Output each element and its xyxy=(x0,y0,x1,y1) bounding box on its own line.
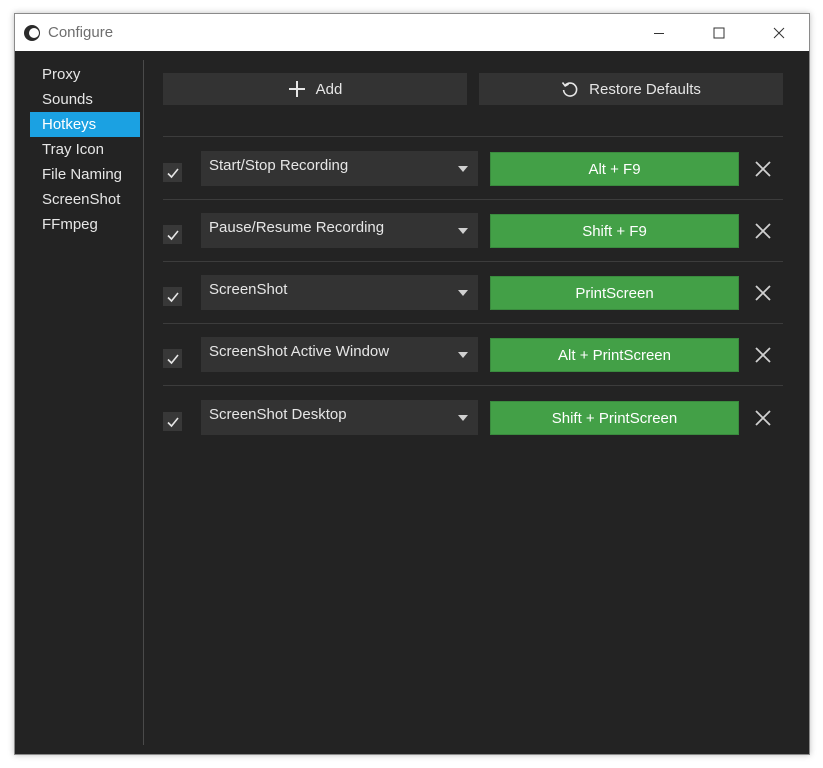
restore-defaults-button[interactable]: Restore Defaults xyxy=(479,73,783,105)
action-dropdown-value: ScreenShot Desktop xyxy=(209,406,347,423)
close-button[interactable] xyxy=(749,14,809,51)
action-dropdown-value: ScreenShot xyxy=(209,281,288,298)
enabled-checkbox[interactable] xyxy=(163,349,182,368)
configure-window: Configure Proxy Sounds Hotkeys Tray Icon Fil… xyxy=(14,13,810,755)
hotkey-row: ScreenShot PrintScreen xyxy=(163,275,783,315)
remove-hotkey-button[interactable] xyxy=(754,284,772,302)
restore-icon xyxy=(562,82,578,97)
checkmark-icon xyxy=(166,229,179,240)
minimize-icon xyxy=(654,32,664,34)
close-icon xyxy=(755,161,771,177)
checkmark-icon xyxy=(166,291,179,302)
sidebar-item-proxy[interactable]: Proxy xyxy=(30,62,140,87)
title-bar[interactable]: Configure xyxy=(15,14,809,51)
remove-hotkey-button[interactable] xyxy=(754,160,772,178)
window-controls xyxy=(629,14,809,51)
remove-hotkey-button[interactable] xyxy=(754,409,772,427)
hotkey-binding-button[interactable]: Shift + PrintScreen xyxy=(490,401,739,435)
sidebar-item-hotkeys[interactable]: Hotkeys xyxy=(30,112,140,137)
checkmark-icon xyxy=(166,353,179,364)
maximize-button[interactable] xyxy=(689,14,749,51)
hotkey-binding-button[interactable]: Alt + F9 xyxy=(490,152,739,186)
remove-hotkey-button[interactable] xyxy=(754,346,772,364)
chevron-down-icon xyxy=(458,290,468,296)
row-divider xyxy=(163,385,783,386)
close-icon xyxy=(755,223,771,239)
close-icon xyxy=(773,27,785,38)
action-dropdown[interactable]: Start/Stop Recording xyxy=(201,151,478,186)
action-dropdown-value: Pause/Resume Recording xyxy=(209,219,385,236)
add-button[interactable]: Add xyxy=(163,73,467,105)
row-divider xyxy=(163,199,783,200)
hotkey-binding-button[interactable]: Alt + PrintScreen xyxy=(490,338,739,372)
enabled-checkbox[interactable] xyxy=(163,412,182,431)
minimize-button[interactable] xyxy=(629,14,689,51)
hotkey-row: Start/Stop Recording Alt + F9 xyxy=(163,151,783,191)
hotkey-binding-button[interactable]: PrintScreen xyxy=(490,276,739,310)
app-icon xyxy=(24,24,40,41)
chevron-down-icon xyxy=(458,228,468,234)
sidebar-item-screenshot[interactable]: ScreenShot xyxy=(30,187,140,212)
chevron-down-icon xyxy=(458,166,468,172)
close-icon xyxy=(755,285,771,301)
enabled-checkbox[interactable] xyxy=(163,287,182,306)
row-divider xyxy=(163,323,783,324)
close-icon xyxy=(755,410,771,426)
action-dropdown[interactable]: ScreenShot Desktop xyxy=(201,400,478,435)
action-dropdown-value: ScreenShot Active Window xyxy=(209,343,390,360)
sidebar-item-file-naming[interactable]: File Naming xyxy=(30,162,140,187)
sidebar-item-sounds[interactable]: Sounds xyxy=(30,87,140,112)
hotkey-row: ScreenShot Desktop Shift + PrintScreen xyxy=(163,400,783,440)
checkmark-icon xyxy=(166,416,179,427)
hotkey-row: ScreenShot Active Window Alt + PrintScree… xyxy=(163,337,783,377)
action-dropdown-value: Start/Stop Recording xyxy=(209,157,349,174)
plus-icon xyxy=(288,81,305,97)
hotkey-binding-button[interactable]: Shift + F9 xyxy=(490,214,739,248)
restore-defaults-label: Restore Defaults xyxy=(589,80,701,98)
action-dropdown[interactable]: ScreenShot xyxy=(201,275,478,310)
action-dropdown[interactable]: ScreenShot Active Window xyxy=(201,337,478,372)
row-divider xyxy=(163,261,783,262)
sidebar-item-ffmpeg[interactable]: FFmpeg xyxy=(30,212,140,237)
sidebar: Proxy Sounds Hotkeys Tray Icon File Naming Sc… xyxy=(30,62,140,237)
action-dropdown[interactable]: Pause/Resume Recording xyxy=(201,213,478,248)
add-button-label: Add xyxy=(315,80,343,98)
chevron-down-icon xyxy=(458,415,468,421)
enabled-checkbox[interactable] xyxy=(163,225,182,244)
checkmark-icon xyxy=(166,167,179,178)
close-icon xyxy=(755,347,771,363)
sidebar-divider xyxy=(143,60,144,745)
maximize-icon xyxy=(713,27,725,38)
remove-hotkey-button[interactable] xyxy=(754,222,772,240)
list-divider xyxy=(163,136,783,137)
hotkey-row: Pause/Resume Recording Shift + F9 xyxy=(163,213,783,253)
chevron-down-icon xyxy=(458,352,468,358)
enabled-checkbox[interactable] xyxy=(163,163,182,182)
sidebar-item-tray-icon[interactable]: Tray Icon xyxy=(30,137,140,162)
window-title: Configure xyxy=(48,24,114,41)
